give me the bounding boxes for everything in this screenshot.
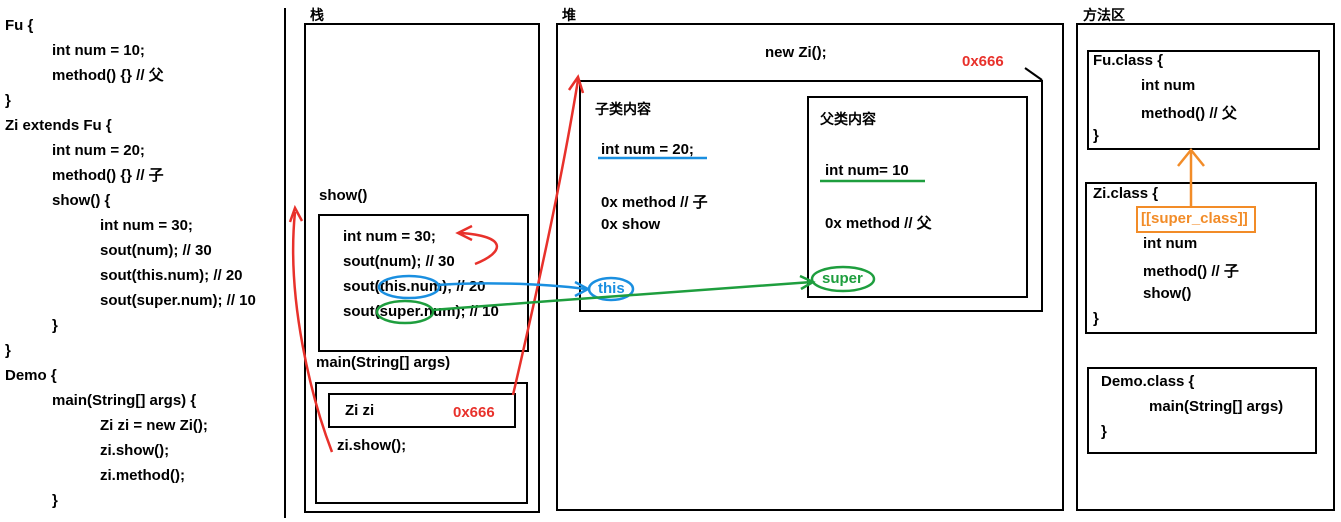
child-num: int num = 20; [601, 141, 694, 158]
main-frame-label: main(String[] args) [316, 354, 451, 371]
child-method: 0x method // 子 [601, 194, 708, 211]
code-line: int num = 20; [52, 142, 145, 159]
demo-class-line: } [1101, 423, 1107, 440]
parent-method: 0x method // 父 [825, 215, 932, 232]
zi-variable: Zi zi [345, 402, 375, 419]
new-zi-label: new Zi(); [765, 44, 827, 61]
fu-class-line: Fu.class { [1093, 52, 1164, 69]
super-label: super [822, 270, 863, 287]
show-frame-line: sout(num); // 30 [343, 253, 455, 270]
code-line: } [52, 492, 58, 509]
stack-title: 栈 [310, 7, 324, 23]
super-class-ref: [[super_class]] [1141, 210, 1248, 227]
code-line: } [5, 342, 11, 359]
zi-class-box [1085, 182, 1317, 334]
fu-class-line: int num [1141, 77, 1196, 94]
parent-content-title: 父类内容 [820, 111, 876, 127]
zi-class-line: int num [1143, 235, 1198, 252]
zi-show-call: zi.show(); [337, 437, 407, 454]
heap-address: 0x666 [962, 53, 1004, 70]
code-line: Demo { [5, 367, 57, 384]
method-area-title: 方法区 [1083, 7, 1125, 23]
this-label: this [598, 280, 625, 297]
column-divider [284, 8, 286, 518]
code-line: show() { [52, 192, 111, 209]
code-line: sout(super.num); // 10 [100, 292, 256, 309]
show-frame-line: sout(super.num); // 10 [343, 303, 499, 320]
heap-title: 堆 [562, 7, 576, 23]
zi-class-line: show() [1143, 285, 1192, 302]
code-line: zi.show(); [100, 442, 170, 459]
zi-class-line: } [1093, 310, 1099, 327]
show-frame-line: sout(this.num); // 20 [343, 278, 486, 295]
zi-class-line: method() // 子 [1143, 263, 1239, 280]
code-line: int num = 10; [52, 42, 145, 59]
child-show: 0x show [601, 216, 661, 233]
fu-class-line: method() // 父 [1141, 105, 1237, 122]
code-line: method() {} // 父 [52, 67, 164, 84]
child-content-title: 子类内容 [595, 101, 651, 117]
code-line: Zi zi = new Zi(); [100, 417, 208, 434]
code-line: Fu { [5, 17, 34, 34]
code-line: Zi extends Fu { [5, 117, 112, 134]
fu-class-line: } [1093, 127, 1099, 144]
code-line: method() {} // 子 [52, 167, 164, 184]
demo-class-line: Demo.class { [1101, 373, 1195, 390]
show-frame-line: int num = 30; [343, 228, 436, 245]
red-arrowhead [288, 204, 304, 223]
code-line: int num = 30; [100, 217, 193, 234]
code-line: zi.method(); [100, 467, 185, 484]
zi-class-head: Zi.class { [1093, 185, 1159, 202]
code-line: } [52, 317, 58, 334]
code-line: sout(this.num); // 20 [100, 267, 243, 284]
code-line: sout(num); // 30 [100, 242, 212, 259]
zi-address: 0x666 [453, 404, 495, 421]
parent-num: int num= 10 [825, 162, 909, 179]
show-frame-label: show() [319, 187, 368, 204]
demo-class-line: main(String[] args) [1149, 398, 1284, 415]
code-line: } [5, 92, 11, 109]
code-line: main(String[] args) { [52, 392, 197, 409]
